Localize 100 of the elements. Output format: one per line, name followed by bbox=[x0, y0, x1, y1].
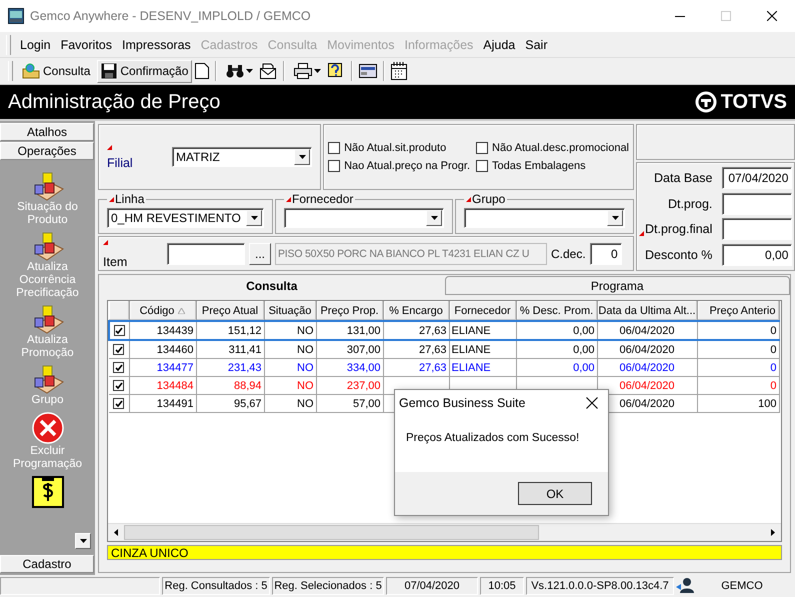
decimals-field[interactable]: 0 bbox=[590, 242, 622, 264]
table-cell: 237,00 bbox=[316, 376, 383, 394]
table-cell: 0,00 bbox=[516, 340, 597, 358]
sidebar-section-button[interactable]: Cadastro bbox=[0, 555, 94, 573]
table-cell: 06/04/2020 bbox=[597, 321, 697, 340]
column-header[interactable]: Código bbox=[129, 301, 196, 321]
table-cell: ELIANE bbox=[449, 340, 516, 358]
caret-icon bbox=[250, 216, 258, 220]
tab[interactable]: Programa bbox=[444, 276, 790, 295]
table-cell: ELIANE bbox=[449, 358, 516, 376]
row-checkbox[interactable] bbox=[113, 344, 124, 355]
check-icon bbox=[114, 364, 123, 372]
row-checkbox[interactable] bbox=[114, 325, 125, 336]
sidebar-section-button[interactable]: Operações bbox=[0, 142, 94, 160]
table-cell: 151,12 bbox=[196, 321, 264, 340]
table-cell: 231,43 bbox=[196, 358, 264, 376]
scroll-down-button[interactable] bbox=[75, 533, 91, 549]
calendar-icon[interactable] bbox=[391, 62, 408, 80]
logo-icon bbox=[694, 91, 717, 113]
column-header[interactable]: Preço Prop. bbox=[316, 301, 383, 321]
scrollbar-thumb[interactable] bbox=[124, 525, 539, 540]
branch-dropdown[interactable]: MATRIZ bbox=[172, 147, 312, 167]
line-dropdown[interactable]: 0_HM REVESTIMENTO bbox=[107, 208, 264, 228]
row-checkbox[interactable] bbox=[113, 380, 124, 391]
row-checkbox[interactable] bbox=[113, 398, 124, 409]
binoculars-icon bbox=[226, 64, 244, 78]
menu-item[interactable]: Impressoras bbox=[117, 38, 196, 52]
row-checkbox[interactable] bbox=[113, 362, 124, 373]
column-header[interactable]: Preço Atual bbox=[196, 301, 264, 321]
logo-text: TOTVS bbox=[720, 90, 787, 114]
table-cell: 95,67 bbox=[196, 394, 264, 412]
field-label: Grupo bbox=[472, 192, 506, 206]
checkbox[interactable] bbox=[476, 160, 488, 172]
table-cell: 134460 bbox=[129, 340, 196, 358]
field-label: Item bbox=[103, 254, 128, 269]
table-cell: NO bbox=[264, 394, 316, 412]
status-text: 10:05 bbox=[480, 577, 524, 595]
dialog-message: Preços Atualizados com Sucesso! bbox=[405, 431, 580, 446]
column-header[interactable]: % Desc. Prom. bbox=[516, 301, 597, 321]
toolbar-button[interactable]: Confirmação bbox=[97, 60, 192, 82]
column-header[interactable]: Data da Ultima Alt... bbox=[597, 301, 697, 321]
app-icon bbox=[8, 8, 24, 24]
field-label: Fornecedor bbox=[292, 192, 354, 206]
delete-icon[interactable] bbox=[30, 411, 64, 445]
folder-globe-icon bbox=[22, 63, 40, 79]
card-icon[interactable] bbox=[359, 64, 378, 78]
menu-item[interactable]: Sair bbox=[520, 38, 552, 52]
field-label: Desconto % bbox=[645, 248, 712, 262]
table-cell: 27,63 bbox=[383, 358, 449, 376]
browse-button[interactable]: ... bbox=[249, 242, 271, 264]
toolbar-button[interactable]: Consulta bbox=[18, 60, 94, 82]
checkbox-label: Não Atual.sit.produto bbox=[344, 142, 446, 154]
dollar-document-icon[interactable] bbox=[30, 475, 64, 509]
column-header[interactable]: Fornecedor bbox=[449, 301, 516, 321]
sidebar-section-button[interactable]: Atalhos bbox=[0, 123, 94, 141]
field-label: Dt.prog.final bbox=[645, 222, 712, 236]
envelope-icon[interactable] bbox=[259, 63, 278, 79]
table-cell: 27,63 bbox=[383, 321, 449, 340]
table-cell: 0 bbox=[697, 376, 779, 394]
window-title: Gemco Anywhere - DESENV_IMPLOLD / GEMCO bbox=[30, 9, 312, 23]
date-field[interactable] bbox=[722, 218, 792, 240]
menu-item[interactable]: Favoritos bbox=[56, 38, 117, 52]
supplier-dropdown[interactable] bbox=[284, 208, 444, 228]
field-label: Data Base bbox=[654, 170, 712, 185]
caret-icon bbox=[80, 539, 86, 543]
table-cell: 0,00 bbox=[516, 321, 597, 340]
column-header[interactable]: Preço Anterio bbox=[697, 301, 779, 321]
user-icon bbox=[676, 577, 694, 593]
column-header[interactable]: % Encargo bbox=[383, 301, 449, 321]
date-field[interactable]: 0,00 bbox=[722, 244, 792, 266]
ok-button[interactable]: OK bbox=[518, 482, 592, 505]
status-text: 07/04/2020 bbox=[386, 577, 478, 595]
checkbox-label: Todas Embalagens bbox=[492, 160, 586, 172]
document-icon[interactable] bbox=[195, 63, 210, 79]
item-code-field[interactable] bbox=[167, 242, 245, 264]
close-icon[interactable] bbox=[767, 11, 777, 21]
checkbox[interactable] bbox=[328, 142, 340, 154]
table-cell: NO bbox=[264, 321, 316, 340]
table-cell: 27,63 bbox=[383, 340, 449, 358]
caret-icon bbox=[430, 216, 438, 220]
checkbox[interactable] bbox=[328, 160, 340, 172]
item-description-field: PISO 50X50 PORC NA BIANCO PL T4231 ELIAN CZ U bbox=[275, 242, 547, 264]
date-field[interactable] bbox=[722, 192, 792, 215]
field-label: Filial bbox=[107, 154, 134, 170]
close-icon[interactable] bbox=[586, 397, 598, 409]
date-field[interactable]: 07/04/2020 bbox=[722, 166, 792, 189]
printer-icon bbox=[294, 63, 312, 79]
table-cell: 134484 bbox=[129, 376, 196, 394]
group-dropdown[interactable] bbox=[464, 208, 625, 228]
table-cell: 06/04/2020 bbox=[597, 358, 697, 376]
table-cell: NO bbox=[264, 340, 316, 358]
caret-icon bbox=[314, 69, 322, 73]
menu-item[interactable]: Ajuda bbox=[478, 38, 520, 52]
menu-item[interactable]: Login bbox=[15, 38, 56, 52]
left-arrow-icon bbox=[114, 529, 118, 536]
field-label: Linha bbox=[115, 192, 144, 206]
field-label: Dt.prog. bbox=[668, 196, 712, 211]
caret-icon bbox=[612, 216, 618, 220]
checkbox[interactable] bbox=[476, 142, 488, 154]
column-header[interactable]: Situação bbox=[264, 301, 316, 321]
